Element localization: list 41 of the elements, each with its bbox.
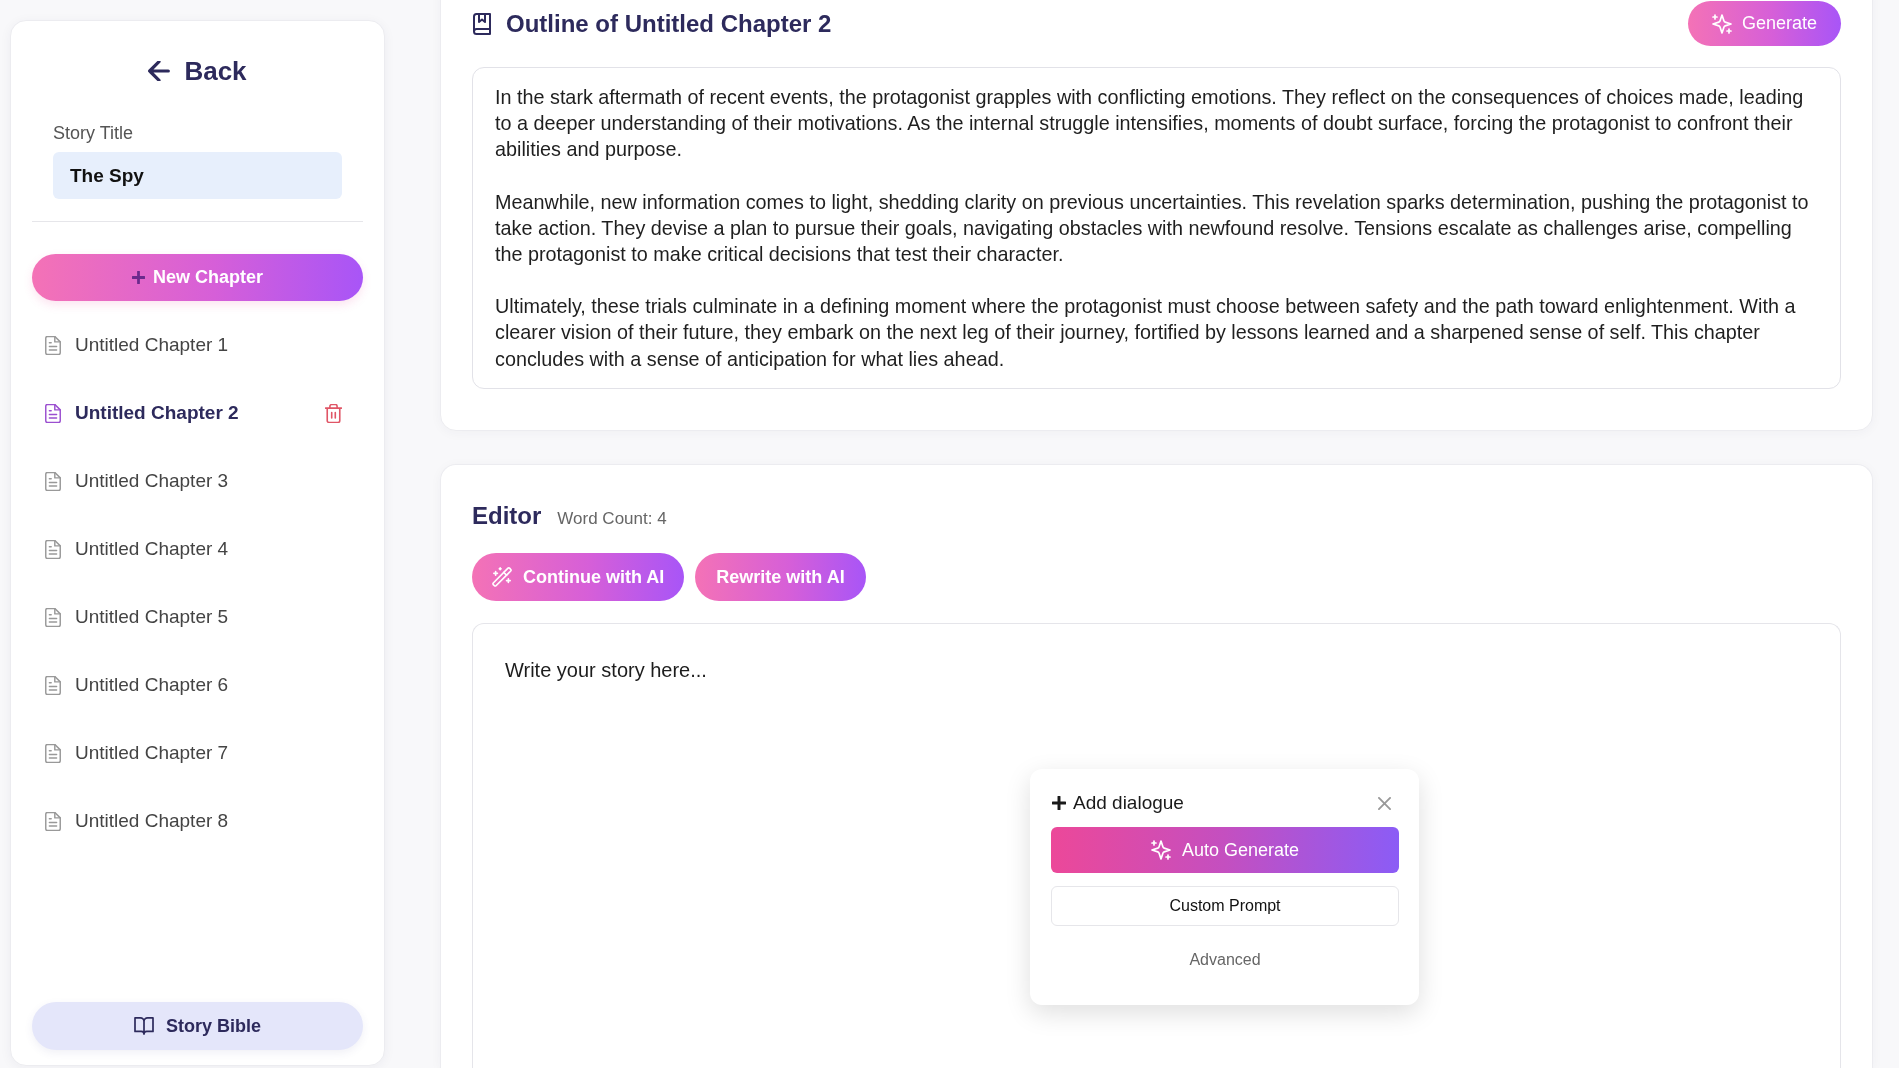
chapter-item[interactable]: Untitled Chapter 3 (45, 469, 229, 493)
document-icon (45, 743, 61, 763)
document-icon (45, 335, 61, 355)
close-icon[interactable] (1378, 796, 1391, 810)
chapter-item[interactable]: Untitled Chapter 4 (45, 537, 229, 561)
custom-prompt-button[interactable]: Custom Prompt (1051, 886, 1399, 927)
open-book-icon (134, 1017, 154, 1035)
chapter-item[interactable]: Untitled Chapter 7 (45, 741, 229, 765)
outline-paragraph: In the stark aftermath of recent events, the protagonist grapples with conflicting emotions. They reflect on the consequences of choices made, leading to a deeper understanding of their motivations. As the internal struggle intensifies, moments of doubt surface, forcing the protagonist to confront their abilities and purpose. (495, 85, 1805, 163)
outline-paragraph: Meanwhile, new information comes to light, shedding clarity on previous uncertainties. This revelation sparks determination, pushing the protagonist to take action. They devise a plan to pursue their goals, navigating obstacles with newfound resolve. Tensions escalate as challenges arise, compelling the protagonist to make critical decisions that test their character. (495, 189, 1810, 267)
outline-heading: Outline of Untitled Chapter 2 (506, 8, 832, 39)
chapter-item[interactable]: Untitled Chapter 2 (45, 401, 239, 425)
advanced-link[interactable]: Advanced (1189, 950, 1261, 971)
back-arrow-icon (148, 61, 171, 81)
sparkles-icon (1711, 13, 1732, 34)
trash-icon[interactable] (325, 403, 342, 423)
editor-heading: Editor (472, 500, 542, 531)
sparkles-icon (1150, 840, 1171, 861)
document-icon (45, 607, 61, 627)
word-count: Word Count: 4 (557, 507, 667, 530)
plus-icon (132, 271, 145, 284)
document-icon (45, 811, 61, 831)
chapter-item[interactable]: Untitled Chapter 8 (45, 809, 229, 833)
continue-with-ai-button[interactable]: Continue with AI (472, 553, 685, 602)
chapter-item[interactable]: Untitled Chapter 6 (45, 673, 229, 697)
story-title-label: Story Title (53, 122, 135, 145)
document-icon (45, 471, 61, 491)
magic-wand-icon (492, 567, 512, 588)
document-icon (45, 539, 61, 559)
plus-icon (1052, 796, 1066, 811)
story-title-field[interactable]: The Spy (53, 152, 342, 199)
document-icon (45, 675, 61, 695)
outline-paragraph: Ultimately, these trials culminate in a defining moment where the protagonist must choose between safety and the path toward enlightenment. With a clearer vision of their future, they embark on the next leg of their journey, fortified by lessons learned and a sharpened sense of self. This chapter concludes with a sense of anticipation for what lies ahead. (495, 294, 1797, 372)
bookmarked-book-icon (472, 12, 492, 35)
chapter-item[interactable]: Untitled Chapter 1 (45, 333, 229, 357)
popup-title: Add dialogue (1073, 791, 1184, 816)
back-link[interactable]: Back (148, 55, 247, 87)
auto-generate-button[interactable]: Auto Generate (1051, 827, 1399, 874)
document-icon (45, 403, 61, 423)
story-bible-button[interactable]: Story Bible (32, 1002, 363, 1050)
chapter-item[interactable]: Untitled Chapter 5 (45, 605, 229, 629)
